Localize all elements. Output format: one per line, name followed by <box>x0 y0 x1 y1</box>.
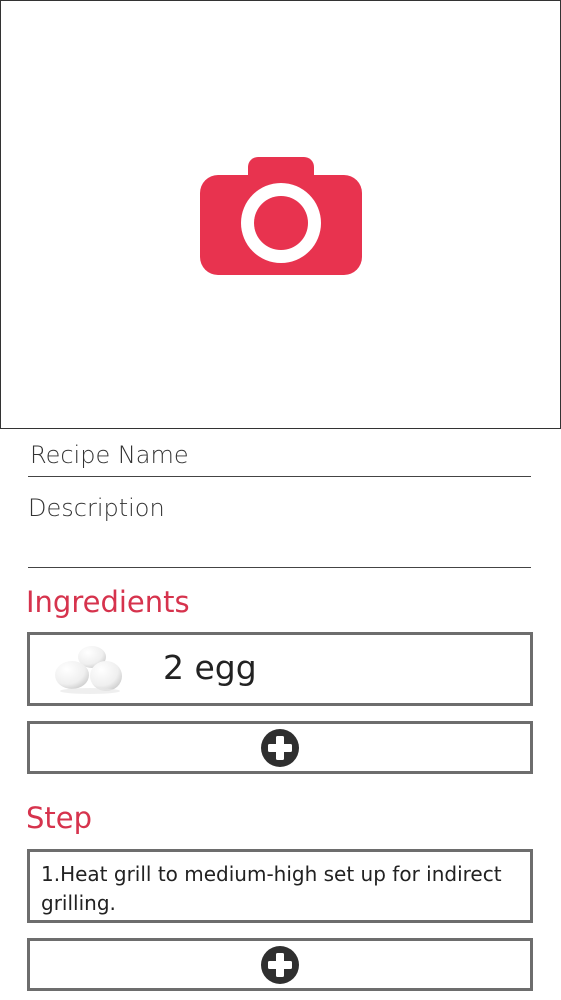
photo-picker[interactable] <box>0 0 561 429</box>
step-heading: Step <box>26 801 93 835</box>
recipe-name-field[interactable]: Recipe Name <box>28 437 531 477</box>
plus-circle-icon <box>261 945 299 984</box>
step-text: 1.Heat grill to medium-high set up for i… <box>41 862 502 915</box>
eggs-image <box>55 646 122 694</box>
description-placeholder: Description <box>28 494 165 522</box>
add-step-button[interactable] <box>27 938 533 991</box>
description-field[interactable]: Description <box>28 490 531 568</box>
plus-circle-icon <box>261 728 299 767</box>
camera-icon[interactable] <box>200 157 362 275</box>
ingredients-heading: Ingredients <box>26 585 190 619</box>
add-ingredient-button[interactable] <box>27 721 533 774</box>
recipe-name-placeholder: Recipe Name <box>30 441 189 469</box>
step-item[interactable]: 1.Heat grill to medium-high set up for i… <box>27 849 533 923</box>
ingredient-item[interactable]: 2 egg <box>27 632 533 706</box>
ingredient-text: 2 egg <box>163 648 257 687</box>
